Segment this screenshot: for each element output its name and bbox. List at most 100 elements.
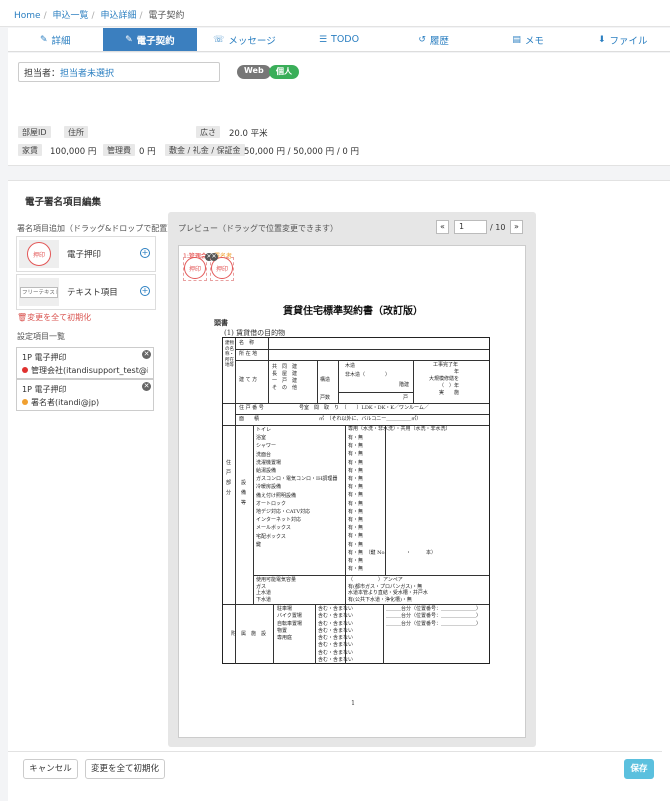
floors-label: 階建 bbox=[399, 382, 410, 388]
table-line bbox=[338, 360, 339, 403]
assignee-value: 担当者未選択 bbox=[60, 69, 115, 79]
breadcrumb-list[interactable]: 申込一覧 bbox=[53, 11, 89, 21]
structure-values: 木造 非木造（ ） bbox=[345, 363, 391, 378]
units-suffix: 戸 bbox=[403, 395, 409, 401]
table-line bbox=[273, 604, 274, 664]
individual-badge: 個人 bbox=[269, 65, 299, 79]
rent-label: 家賃 bbox=[18, 144, 42, 156]
management-fee-value: 0 円 bbox=[139, 147, 156, 157]
setting-page: 1P 電子押印 bbox=[22, 385, 67, 394]
attached-facilities-label: 附 属 施 設 bbox=[231, 631, 267, 637]
stamp-thumbnail: 押印 bbox=[19, 240, 59, 268]
tab-message[interactable]: ☏ メッセージ bbox=[197, 28, 292, 51]
page-input[interactable]: 1 bbox=[454, 220, 487, 234]
download-icon: ⬇ bbox=[597, 34, 606, 45]
table-line bbox=[338, 392, 413, 393]
tab-e-contract[interactable]: ✎ 電子契約 bbox=[102, 28, 198, 51]
area-row-value: ㎡ （それ以外に、バルコニー＿＿＿＿＿㎡） bbox=[319, 416, 422, 422]
tab-label: メモ bbox=[524, 35, 544, 47]
free-text-icon: フリーテキスト bbox=[20, 286, 58, 298]
edit-icon: ✎ bbox=[40, 34, 48, 45]
breadcrumb-home[interactable]: Home bbox=[14, 11, 41, 21]
remove-setting-icon[interactable]: ✕ bbox=[142, 350, 151, 359]
breadcrumb: Home / 申込一覧 / 申込詳細 / 電子契約 bbox=[0, 0, 670, 27]
add-stamp-icon[interactable]: + bbox=[140, 248, 150, 258]
table-line bbox=[223, 604, 489, 605]
footer-divider bbox=[8, 751, 662, 752]
structure-label: 構造 bbox=[320, 377, 331, 383]
table-line bbox=[235, 360, 489, 361]
stamp-item[interactable]: 押印 電子押印 + bbox=[16, 236, 156, 272]
breadcrumb-current: 電子契約 bbox=[148, 11, 185, 21]
setting-page: 1P 電子押印 bbox=[22, 353, 67, 362]
rent-value: 100,000 円 bbox=[50, 147, 97, 157]
table-line bbox=[317, 360, 318, 403]
breadcrumb-detail[interactable]: 申込詳細 bbox=[100, 11, 136, 21]
build-type-label: 建 て 方 bbox=[239, 377, 258, 383]
setting-item[interactable]: 1P 電子押印 管理会社(itandisupport_test@it… ✕ bbox=[16, 347, 154, 379]
chat-icon: ☏ bbox=[213, 34, 225, 45]
document-page: 1:管理会 押印 ✕ 署名者 押印 ✕ 賃貸住宅標準契約書（改訂版） 頭書 (1… bbox=[178, 245, 526, 738]
building-info-label: 建物の名称・所在地等 bbox=[225, 341, 234, 368]
stamp-item-label: 電子押印 bbox=[67, 250, 102, 260]
equipment-label: 設 備 等 bbox=[241, 480, 252, 506]
reset-all-link[interactable]: 🗑変更を全て初期化 bbox=[17, 312, 91, 323]
settings-list-label: 設定項目一覧 bbox=[17, 332, 65, 341]
tab-memo[interactable]: ▤ メモ bbox=[481, 28, 576, 51]
table-line bbox=[383, 604, 384, 664]
table-line bbox=[235, 414, 489, 415]
unit-part-label: 住 戸 部 分 bbox=[226, 460, 237, 496]
add-text-icon[interactable]: + bbox=[140, 286, 150, 296]
tab-label: 詳細 bbox=[51, 35, 71, 47]
tab-label: メッセージ bbox=[228, 35, 276, 47]
list-icon: ☰ bbox=[318, 34, 328, 45]
table-line bbox=[223, 403, 489, 404]
tab-label: 電子契約 bbox=[136, 35, 175, 47]
preview-label: プレビュー（ドラッグで位置変更できます） bbox=[178, 224, 338, 233]
contract-table: 建物の名称・所在地等 名 称 所 在 地 建 て 方 共 同 建 長 屋 建 一… bbox=[222, 337, 490, 664]
deposit-label: 敷金 / 礼金 / 保証金 bbox=[165, 144, 245, 156]
area-row-label: 面 積 bbox=[239, 416, 260, 422]
assignee-select[interactable]: 担当者：担当者未選択 bbox=[18, 62, 220, 82]
name-row-label: 名 称 bbox=[239, 340, 255, 346]
setting-signer: 管理会社(itandisupport_test@it… bbox=[31, 366, 148, 375]
equipment-list: トイレ 浴室 シャワー 洗面台 洗濯機置場 給湯設備 ガスコンロ・電気コンロ・I… bbox=[256, 427, 338, 548]
red-dot-icon bbox=[22, 367, 28, 373]
reset-all-link-label: 変更を全て初期化 bbox=[27, 313, 92, 322]
tab-todo[interactable]: ☰ TODO bbox=[292, 28, 387, 51]
save-button[interactable]: 保存 bbox=[624, 759, 654, 779]
parking-spaces: ＿＿＿台分（位置番号：＿＿＿＿＿＿＿） ＿＿＿台分（位置番号：＿＿＿＿＿＿＿） … bbox=[386, 606, 482, 627]
stamp-icon: 押印 bbox=[184, 257, 206, 279]
remove-setting-icon[interactable]: ✕ bbox=[142, 382, 151, 391]
tab-label: TODO bbox=[331, 34, 360, 45]
history-icon: ↺ bbox=[418, 34, 426, 45]
table-line bbox=[413, 360, 414, 403]
tab-file[interactable]: ⬇ ファイル bbox=[575, 28, 670, 51]
document-page-number: 1 bbox=[351, 700, 355, 707]
setting-item[interactable]: 1P 電子押印 署名者(itandi@jp) ✕ bbox=[16, 379, 154, 411]
table-line bbox=[253, 575, 489, 576]
tab-detail[interactable]: ✎ 詳細 bbox=[8, 28, 103, 51]
tab-history[interactable]: ↺ 履歴 bbox=[386, 28, 481, 51]
equipment-header: 専用（水洗・非水洗）・共用（水洗・非水洗） bbox=[348, 426, 451, 432]
equipment-yes-no: 有・無 有・無 有・無 有・無 有・無 有・無 有・無 有・無 有・無 有・無 … bbox=[348, 435, 436, 573]
pager-prev-button[interactable]: « bbox=[436, 220, 449, 234]
remove-stamp-icon[interactable]: ✕ bbox=[210, 253, 218, 261]
table-line bbox=[235, 338, 236, 664]
management-fee-label: 管理費 bbox=[103, 144, 135, 156]
reset-all-button[interactable]: 変更を全て初期化 bbox=[85, 759, 165, 779]
text-item[interactable]: フリーテキスト テキスト項目 + bbox=[16, 274, 156, 310]
edit-icon: ✎ bbox=[125, 34, 133, 45]
trash-icon: 🗑 bbox=[17, 313, 28, 322]
text-thumbnail: フリーテキスト bbox=[19, 278, 59, 306]
table-line bbox=[253, 425, 254, 604]
tab-label: ファイル bbox=[609, 35, 648, 47]
pager-next-button[interactable]: » bbox=[510, 220, 523, 234]
build-type-options: 共 同 建 長 屋 建 一 戸 建 そ の 他 bbox=[272, 364, 298, 391]
cancel-button[interactable]: キャンセル bbox=[23, 759, 78, 779]
room-id-label: 部屋ID bbox=[18, 126, 51, 138]
table-line bbox=[315, 604, 316, 664]
unit-number-label: 住 戸 番 号 bbox=[239, 405, 264, 411]
add-items-label: 署名項目追加（ドラッグ&ドロップで配置） bbox=[17, 224, 176, 233]
memo-icon: ▤ bbox=[512, 34, 521, 45]
